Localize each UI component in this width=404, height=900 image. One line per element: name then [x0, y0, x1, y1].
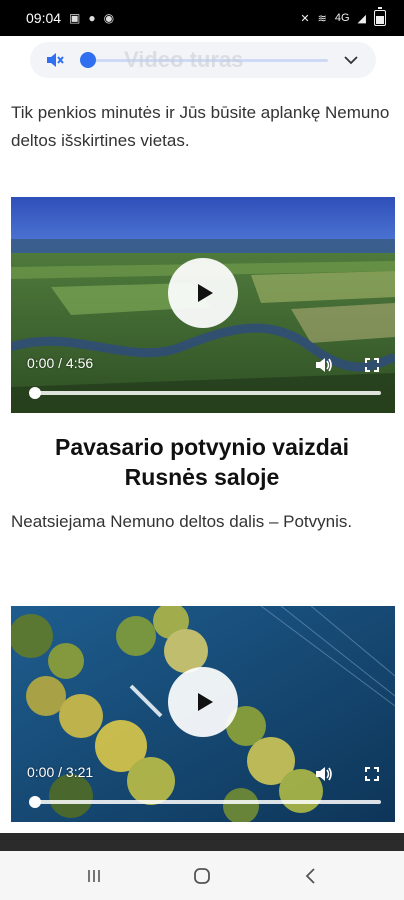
- section-title: Pavasario potvynio vaizdai Rusnės saloje: [54, 434, 349, 490]
- image-icon: ▣: [69, 11, 81, 25]
- video-time: 0:00 / 4:56: [27, 355, 94, 371]
- section-description: Neatsiejama Nemuno deltos dalis – Potvyn…: [11, 512, 353, 531]
- volume-icon[interactable]: [315, 766, 333, 782]
- video-player-1[interactable]: 0:00 / 4:56: [11, 197, 395, 413]
- play-icon: [197, 693, 213, 711]
- intro-text: Tik penkios minutės ir Jūs būsite aplank…: [11, 103, 390, 150]
- battery-icon: [374, 7, 386, 26]
- video-progress-bar[interactable]: [29, 796, 381, 808]
- chevron-down-icon[interactable]: [340, 49, 362, 71]
- page-divider: [0, 833, 404, 851]
- video-progress-knob[interactable]: [29, 387, 41, 399]
- messenger-icon: ◉: [103, 11, 115, 25]
- audio-ghost-title: Video turas: [124, 47, 244, 72]
- play-button[interactable]: [168, 667, 238, 737]
- location-icon: ●: [88, 11, 96, 25]
- volume-icon[interactable]: [315, 357, 333, 373]
- video-time: 0:00 / 3:21: [27, 764, 94, 780]
- status-bar: 09:04 ▣ ● ◉ ✕ ≋ 4G ◢: [0, 0, 404, 36]
- signal-icon: ◢: [357, 12, 366, 25]
- audio-progress-knob[interactable]: [80, 52, 96, 68]
- status-time: 09:04: [26, 10, 62, 26]
- play-button[interactable]: [168, 258, 238, 328]
- speaker-muted-icon[interactable]: [44, 49, 66, 71]
- mute-icon: ✕: [300, 12, 310, 25]
- back-icon[interactable]: [290, 856, 330, 896]
- play-icon: [197, 284, 213, 302]
- recent-apps-icon[interactable]: [74, 856, 114, 896]
- navigation-bar: [0, 851, 404, 900]
- home-icon[interactable]: [182, 856, 222, 896]
- audio-progress-slider[interactable]: Video turas: [80, 42, 328, 78]
- status-right: ✕ ≋ 4G ◢: [300, 7, 386, 26]
- video-player-2[interactable]: 0:00 / 3:21: [11, 606, 395, 822]
- wifi-icon: ≋: [317, 12, 327, 25]
- network-label: 4G: [334, 12, 350, 24]
- video-progress-knob[interactable]: [29, 796, 41, 808]
- audio-player: Video turas: [30, 42, 376, 78]
- status-left: 09:04 ▣ ● ◉: [26, 10, 114, 26]
- fullscreen-icon[interactable]: [365, 767, 379, 781]
- fullscreen-icon[interactable]: [365, 358, 379, 372]
- video-progress-bar[interactable]: [29, 387, 381, 399]
